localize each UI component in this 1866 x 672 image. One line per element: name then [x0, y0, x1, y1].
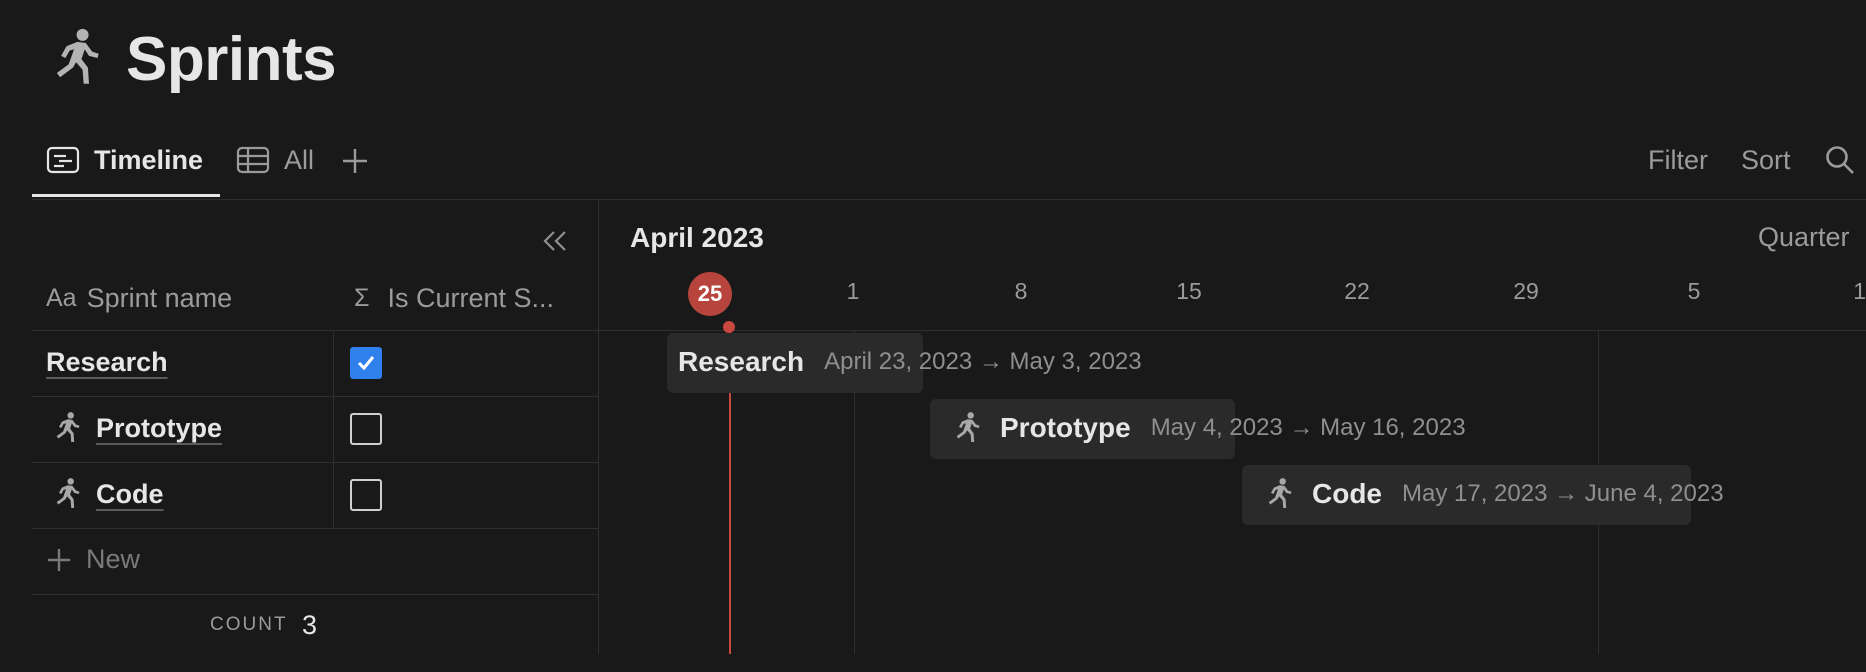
plus-icon	[48, 548, 70, 571]
is-current-checkbox[interactable]	[350, 479, 382, 511]
column-label: Sprint name	[86, 282, 233, 313]
sprint-name-link[interactable]: Prototype	[96, 413, 222, 443]
tab-timeline[interactable]: Timeline	[46, 140, 203, 180]
row-divider	[32, 396, 598, 397]
is-current-checkbox[interactable]	[350, 413, 382, 445]
sprint-name-link[interactable]: Code	[96, 479, 164, 509]
column-label: Is Current S...	[387, 282, 555, 313]
is-current-checkbox[interactable]	[350, 347, 382, 379]
panel-divider	[598, 200, 599, 654]
row-divider	[32, 528, 598, 529]
timeline-month-label: April 2023	[630, 222, 764, 253]
day-tick-label: 5	[1687, 278, 1701, 304]
column-header-is-current[interactable]: Σ Is Current S...	[354, 278, 554, 318]
column-divider	[333, 330, 334, 528]
timeline-header-divider	[598, 330, 1866, 331]
day-tick-label: 29	[1513, 278, 1539, 304]
table-row[interactable]: Research	[46, 342, 168, 382]
filter-button[interactable]: Filter	[1648, 142, 1708, 178]
bar-dates: May 17, 2023 → June 4, 2023	[1402, 480, 1724, 507]
timeline-view-icon	[46, 146, 80, 174]
table-view-icon	[236, 146, 270, 174]
day-tick-label: 12	[1853, 278, 1866, 304]
runner-icon	[1268, 478, 1292, 508]
bar-dates: April 23, 2023 → May 3, 2023	[824, 348, 1142, 375]
row-divider	[32, 330, 598, 331]
plus-icon[interactable]	[340, 142, 370, 178]
search-icon[interactable]	[1824, 144, 1856, 176]
page-title: Sprints	[126, 25, 337, 94]
tab-label: Timeline	[94, 144, 204, 175]
table-row[interactable]: Prototype	[96, 408, 222, 448]
bar-name: Research	[678, 346, 805, 377]
row-divider	[32, 462, 598, 463]
new-label: New	[86, 544, 141, 574]
day-tick-label: 22	[1344, 278, 1370, 304]
today-marker: 25	[688, 272, 732, 316]
tab-label: All	[284, 144, 315, 175]
runner-icon	[56, 28, 99, 84]
runner-icon	[56, 412, 80, 442]
tab-all[interactable]: All	[236, 140, 314, 180]
active-tab-indicator	[32, 194, 220, 197]
count-label: COUNT	[210, 614, 288, 635]
bar-name: Prototype	[1000, 412, 1131, 443]
table-row[interactable]: Code	[96, 474, 164, 514]
sprint-name-link[interactable]: Research	[46, 347, 168, 377]
checkmark-icon	[357, 356, 375, 371]
sort-button[interactable]: Sort	[1741, 142, 1791, 178]
day-tick-label: 8	[1014, 278, 1028, 304]
runner-icon	[956, 412, 980, 442]
count-value: 3	[302, 610, 318, 640]
bar-name: Code	[1312, 478, 1382, 509]
header-divider	[32, 199, 1866, 200]
day-tick-label: 15	[1176, 278, 1202, 304]
row-divider	[32, 594, 598, 595]
double-chevron-left-icon[interactable]	[540, 226, 570, 256]
bar-dates: May 4, 2023 → May 16, 2023	[1150, 414, 1466, 441]
runner-icon	[56, 478, 80, 508]
timeline-scale-selector[interactable]: Quarter	[1758, 222, 1850, 253]
timeline-bar-label: Code May 17, 2023 → June 4, 2023	[1264, 464, 1724, 524]
timeline-bar-label: Prototype May 4, 2023 → May 16, 2023	[952, 398, 1466, 458]
new-row-button[interactable]: New	[46, 544, 140, 575]
text-property-icon: Aa	[46, 283, 77, 312]
day-tick-label: 1	[846, 278, 860, 304]
column-header-sprint-name[interactable]: Aa Sprint name	[46, 278, 232, 318]
formula-property-icon: Σ	[354, 283, 370, 312]
timeline-bar-label: Research April 23, 2023 → May 3, 2023	[678, 332, 1142, 392]
